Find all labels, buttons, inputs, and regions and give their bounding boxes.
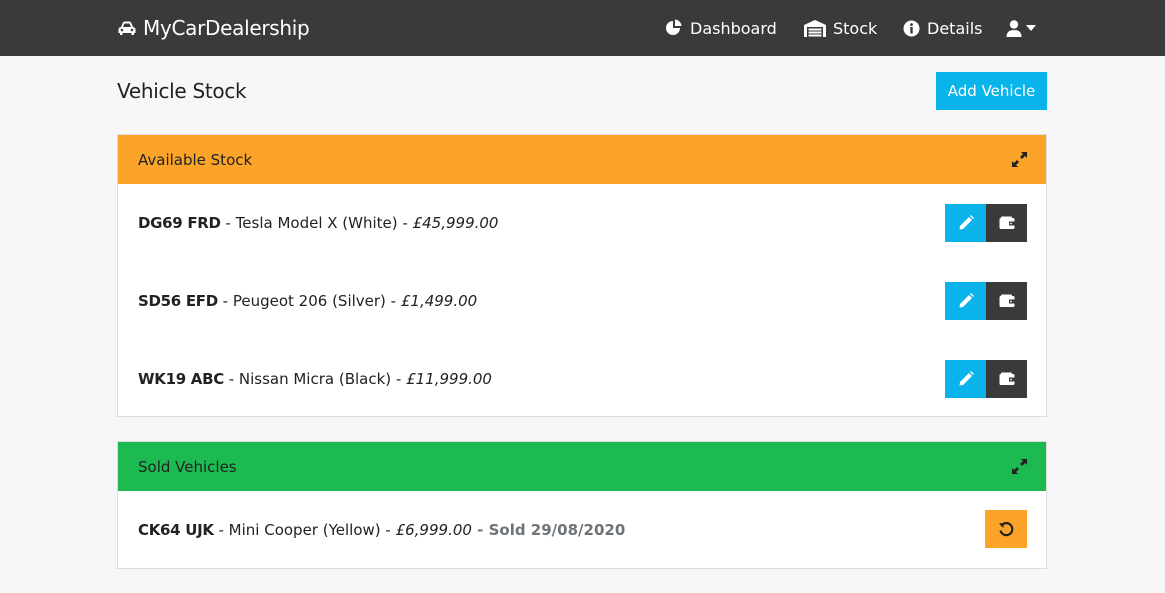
vehicle-actions xyxy=(945,282,1027,320)
brand-name: MyCarDealership xyxy=(143,16,310,40)
vehicle-description: - Mini Cooper (Yellow) - xyxy=(213,521,396,539)
sell-vehicle-button[interactable] xyxy=(986,282,1027,320)
vehicle-registration: SD56 EFD xyxy=(138,292,218,310)
sold-separator: - xyxy=(471,521,489,539)
vehicle-registration: DG69 FRD xyxy=(138,214,221,232)
user-menu-dropdown[interactable] xyxy=(1006,17,1036,39)
info-circle-icon xyxy=(903,20,920,36)
page-title: Vehicle Stock xyxy=(117,79,247,103)
brand-link[interactable]: MyCarDealership xyxy=(117,16,310,40)
pencil-icon xyxy=(959,371,974,386)
expand-icon[interactable] xyxy=(1011,151,1028,168)
vehicle-description: - Tesla Model X (White) - xyxy=(220,214,413,232)
vehicle-price: £1,499.00 xyxy=(400,292,478,310)
vehicle-actions xyxy=(945,204,1027,242)
edit-vehicle-button[interactable] xyxy=(945,204,986,242)
nav-details-label: Details xyxy=(927,18,983,38)
nav-dashboard-label: Dashboard xyxy=(690,18,777,38)
wallet-icon xyxy=(999,216,1014,229)
sold-vehicles-header: Sold Vehicles xyxy=(118,442,1046,491)
vehicle-registration: WK19 ABC xyxy=(138,370,224,388)
garage-icon xyxy=(804,19,826,37)
sold-vehicle-row: CK64 UJK - Mini Cooper (Yellow) - £6,999… xyxy=(118,491,1046,569)
sold-vehicles-card: Sold Vehicles CK64 UJK - Mini Cooper (Ye… xyxy=(117,441,1047,569)
caret-down-icon xyxy=(1026,25,1036,31)
wallet-icon xyxy=(999,294,1014,307)
top-navbar: MyCarDealership Dashboard Stock Details xyxy=(0,0,1165,56)
vehicle-price: £45,999.00 xyxy=(412,214,499,232)
vehicle-price: £11,999.00 xyxy=(406,370,492,388)
available-stock-header: Available Stock xyxy=(118,135,1046,184)
pencil-icon xyxy=(959,293,974,308)
sold-date: Sold 29/08/2020 xyxy=(488,521,626,539)
vehicle-description: - Nissan Micra (Black) - xyxy=(223,370,407,388)
user-icon xyxy=(1006,19,1022,37)
nav-dashboard[interactable]: Dashboard xyxy=(665,17,777,39)
undo-icon xyxy=(998,521,1013,536)
vehicle-price: £6,999.00 xyxy=(395,521,472,539)
sell-vehicle-button[interactable] xyxy=(986,204,1027,242)
vehicle-row: WK19 ABC - Nissan Micra (Black) - £11,99… xyxy=(118,340,1046,418)
vehicle-row: DG69 FRD - Tesla Model X (White) - £45,9… xyxy=(118,184,1046,262)
edit-vehicle-button[interactable] xyxy=(945,282,986,320)
vehicle-row: SD56 EFD - Peugeot 206 (Silver) - £1,499… xyxy=(118,262,1046,340)
undo-sale-button[interactable] xyxy=(985,510,1027,548)
nav-stock-label: Stock xyxy=(833,18,878,38)
pencil-icon xyxy=(959,215,974,230)
edit-vehicle-button[interactable] xyxy=(945,360,986,398)
nav-details[interactable]: Details xyxy=(903,17,982,39)
sold-vehicles-title: Sold Vehicles xyxy=(138,457,237,476)
vehicle-actions xyxy=(945,360,1027,398)
pie-chart-icon xyxy=(666,19,682,35)
wallet-icon xyxy=(999,372,1014,385)
sell-vehicle-button[interactable] xyxy=(986,360,1027,398)
add-vehicle-button[interactable]: Add Vehicle xyxy=(936,72,1047,110)
available-stock-title: Available Stock xyxy=(138,150,253,169)
available-stock-card: Available Stock DG69 FRD - Tesla Model X… xyxy=(117,134,1047,417)
car-icon xyxy=(118,21,136,35)
vehicle-registration: CK64 UJK xyxy=(138,521,214,539)
expand-icon[interactable] xyxy=(1011,458,1028,475)
vehicle-description: - Peugeot 206 (Silver) - xyxy=(217,292,401,310)
nav-stock[interactable]: Stock xyxy=(804,17,877,39)
sold-vehicle-actions xyxy=(985,510,1027,548)
